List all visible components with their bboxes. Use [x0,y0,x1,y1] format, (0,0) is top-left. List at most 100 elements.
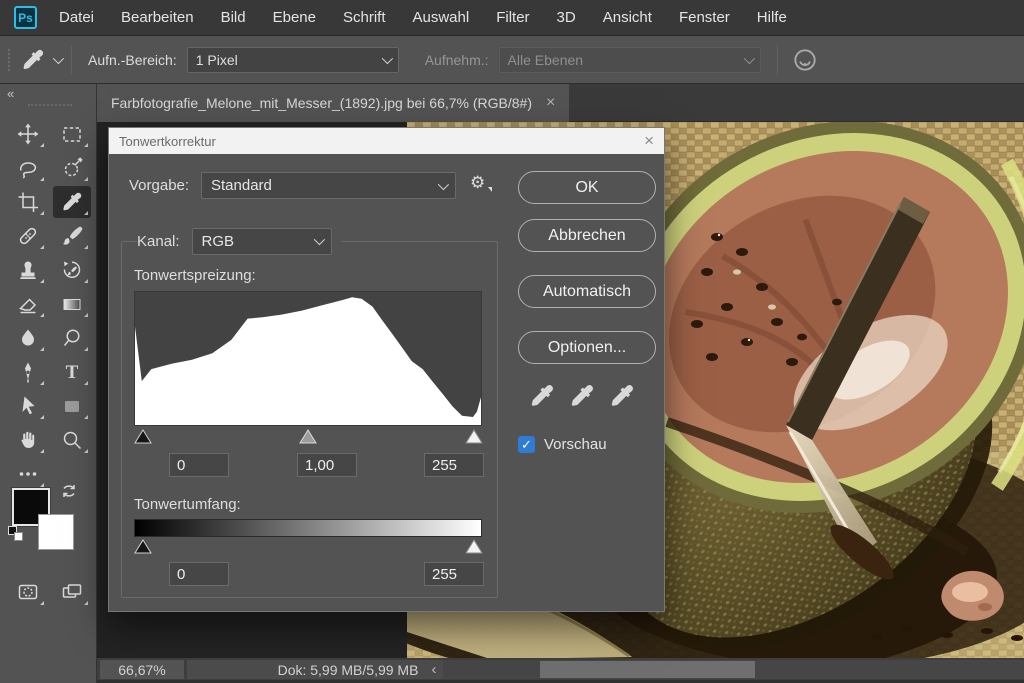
gradient-tool-button[interactable] [53,288,91,320]
gradient-icon [61,293,83,315]
dialog-title-bar[interactable]: Tonwertkorrektur × [109,128,664,154]
sample-layers-select: Alle Ebenen [499,47,761,73]
output-highlight-slider[interactable] [465,539,483,554]
tool-preset-picker[interactable] [21,48,61,72]
preset-options-gear-icon[interactable]: ⚙ [470,173,485,193]
shape-tool-button[interactable] [53,390,91,422]
input-shadow-slider[interactable] [134,429,152,444]
scroll-left-icon[interactable]: ‹ [427,660,441,679]
levels-dialog: Tonwertkorrektur × Vorgabe: Standard ⚙ O… [108,127,665,612]
input-highlight-field[interactable] [424,453,484,477]
ok-button[interactable]: OK [518,171,656,204]
preset-select[interactable]: Standard [201,172,456,199]
dodge-icon [61,327,83,349]
preset-label: Vorgabe: [129,177,189,194]
sampling-ring-icon[interactable] [792,47,818,73]
quick-mask-icon [17,581,39,603]
type-tool-button[interactable]: T [53,356,91,388]
menu-3d[interactable]: 3D [557,9,576,26]
input-gamma-field[interactable] [297,453,357,477]
menu-hilfe[interactable]: Hilfe [757,9,787,26]
photoshop-window: Ps Datei Bearbeiten Bild Ebene Schrift A… [0,0,1024,683]
clone-stamp-tool-button[interactable] [9,254,47,286]
swap-colors-icon[interactable] [60,482,78,500]
selection-arrow-icon [17,395,39,417]
menu-fenster[interactable]: Fenster [679,9,730,26]
hand-icon [17,429,39,451]
input-gamma-slider[interactable] [299,429,317,444]
sample-point-droppers [529,383,635,409]
menu-auswahl[interactable]: Auswahl [413,9,470,26]
set-white-point-eyedropper[interactable] [609,383,635,409]
chevron-down-icon [438,178,449,189]
menu-filter[interactable]: Filter [496,9,529,26]
chevron-down-icon [743,53,754,64]
color-swatches [12,482,82,548]
lasso-tool-button[interactable] [9,152,47,184]
healing-brush-icon [17,225,39,247]
histogram [134,291,482,426]
separator [71,45,72,75]
magnifier-icon [61,429,83,451]
screen-mode-button[interactable] [53,576,91,608]
collapse-panel-button[interactable]: « [7,86,13,101]
set-gray-point-eyedropper[interactable] [569,383,595,409]
default-colors-icon[interactable] [8,526,24,542]
menu-ansicht[interactable]: Ansicht [603,9,652,26]
auto-button[interactable]: Automatisch [518,275,656,308]
menu-bild[interactable]: Bild [221,9,246,26]
healing-brush-tool-button[interactable] [9,220,47,252]
output-shadow-field[interactable] [169,562,229,586]
dodge-tool-button[interactable] [53,322,91,354]
set-black-point-eyedropper[interactable] [529,383,555,409]
document-tab[interactable]: Farbfotografie_Melone_mit_Messer_(1892).… [97,84,569,122]
panel-bottom-buttons [9,576,93,608]
channel-select[interactable]: RGB [192,228,332,255]
options-button[interactable]: Optionen... [518,331,656,364]
pen-tool-button[interactable] [9,356,47,388]
cancel-button[interactable]: Abbrechen [518,219,656,252]
channel-label: Kanal: [137,233,180,250]
blur-tool-button[interactable] [9,322,47,354]
history-brush-tool-button[interactable] [53,254,91,286]
preview-checkbox-row[interactable]: ✓ Vorschau [518,436,607,453]
hand-tool-button[interactable] [9,424,47,456]
menu-ebene[interactable]: Ebene [273,9,316,26]
dialog-close-icon[interactable]: × [644,131,654,151]
preview-checkbox[interactable]: ✓ [518,436,535,453]
output-highlight-field[interactable] [424,562,484,586]
check-icon: ✓ [521,437,532,453]
crop-tool-button[interactable] [9,186,47,218]
input-highlight-slider[interactable] [465,429,483,444]
menu-schrift[interactable]: Schrift [343,9,386,26]
zoom-level-field[interactable]: 66,67% [100,660,184,679]
chevron-down-icon [53,53,64,64]
scrollbar-thumb[interactable] [540,661,755,678]
move-tool-button[interactable] [9,118,47,150]
quick-selection-tool-button[interactable] [53,152,91,184]
output-shadow-slider[interactable] [134,539,152,554]
horizontal-scrollbar[interactable] [443,660,1024,679]
sample-size-select[interactable]: 1 Pixel [187,47,399,73]
sample-layers-label: Aufnehm.: [425,52,489,68]
photoshop-logo-icon: Ps [14,6,37,29]
panel-grip[interactable] [28,104,72,106]
pen-icon [17,361,39,383]
rectangular-marquee-tool-button[interactable] [53,118,91,150]
close-document-icon[interactable]: × [546,94,555,112]
history-brush-icon [61,259,83,281]
path-selection-tool-button[interactable] [9,390,47,422]
blur-icon [17,327,39,349]
menu-datei[interactable]: Datei [59,9,94,26]
menu-bearbeiten[interactable]: Bearbeiten [121,9,194,26]
menu-bar: Ps Datei Bearbeiten Bild Ebene Schrift A… [0,0,1024,36]
background-color-swatch[interactable] [38,514,74,550]
brush-tool-button[interactable] [53,220,91,252]
eraser-tool-button[interactable] [9,288,47,320]
quick-mask-button[interactable] [9,576,47,608]
crop-icon [17,191,39,213]
histogram-area-chart [135,292,481,425]
input-shadow-field[interactable] [169,453,229,477]
zoom-tool-button[interactable] [53,424,91,456]
eyedropper-tool-button[interactable] [53,186,91,218]
